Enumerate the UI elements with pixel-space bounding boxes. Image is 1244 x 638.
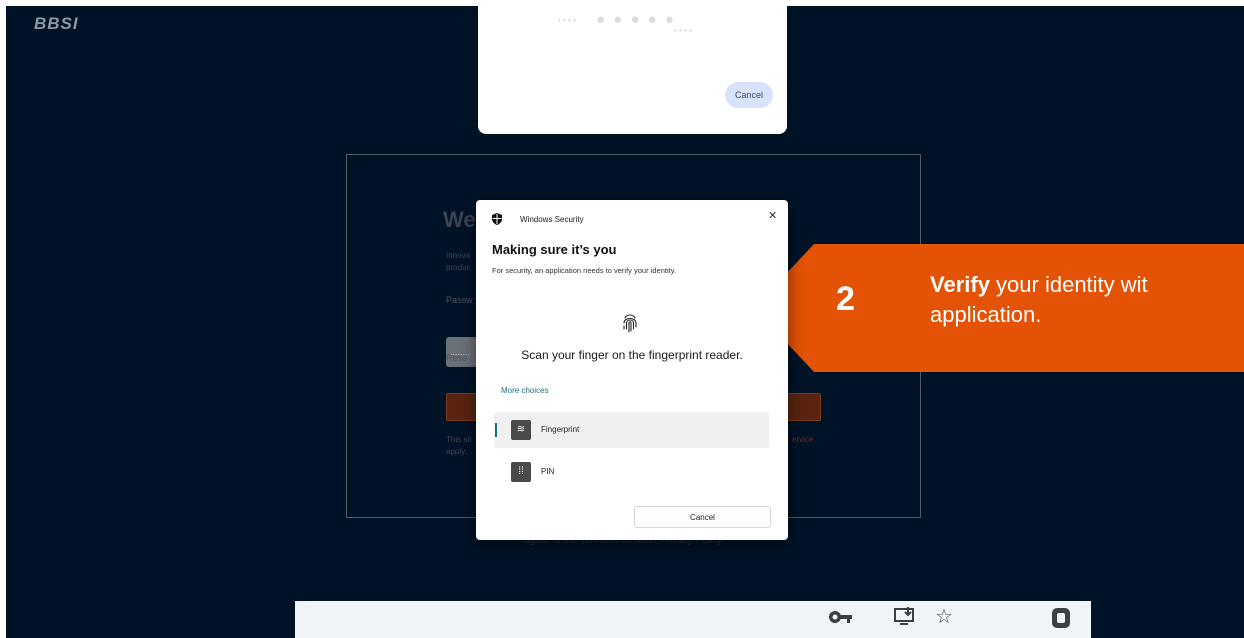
bookmark-star-icon[interactable]: ☆ [935,604,953,629]
step-text-line2: application. [930,302,1042,327]
selection-indicator [495,423,497,437]
step-text-line1: your identity wit [989,272,1148,297]
password-label: Passw [446,295,473,305]
password-key-icon[interactable] [828,607,854,633]
profile-icon[interactable] [1051,607,1071,635]
terms-link[interactable]: ervice [792,435,813,444]
bbsi-logo: BBSI [34,14,79,33]
step-text: Verify your identity wit application. [930,270,1148,330]
dialog-subtitle: For security, an application needs to ve… [492,266,676,275]
decoration: • • • • [674,26,692,35]
top-cancel-button[interactable]: Cancel [725,82,773,108]
welcome-heading: We [443,207,476,232]
notice-text: This sit [446,435,472,444]
screen: BBSI ● ● ● ● ● • • • • • • • • Cancel We… [6,6,1244,638]
option-label: Fingerprint [541,425,580,434]
option-pin[interactable]: ⁞⁞ PIN [494,454,769,490]
intro-text: Innova [446,251,471,260]
fingerprint-icon [623,314,637,333]
fingerprint-icon: ≋ [511,420,531,440]
install-app-icon[interactable] [894,607,916,633]
step-callout: 2 Verify your identity wit application. [754,244,1244,372]
keypad-icon: ⁞⁞ [511,462,531,482]
loading-dots: ● ● ● ● ● [596,11,676,28]
passkey-prompt-card: ● ● ● ● ● • • • • • • • • Cancel [478,6,787,134]
dialog-title: Making sure it’s you [492,242,617,257]
step-number: 2 [836,280,855,318]
reset-link[interactable]: Rese [446,353,467,363]
windows-security-shield-icon [492,213,502,225]
browser-toolbar: ☆ [295,601,1091,638]
dialog-cancel-button[interactable]: Cancel [634,506,771,528]
option-fingerprint[interactable]: ≋ Fingerprint [494,412,769,448]
notice-text: apply. [446,447,467,456]
decoration: • • • • [558,16,576,25]
option-label: PIN [541,467,555,476]
close-icon[interactable]: ✕ [768,209,777,222]
more-choices-link[interactable]: More choices [501,386,549,395]
intro-text: produc [446,263,471,272]
scan-instruction: Scan your finger on the fingerprint read… [521,348,743,362]
windows-security-dialog: Windows Security ✕ Making sure it’s you … [476,200,788,540]
step-bold-text: Verify [930,272,990,297]
dialog-app-name: Windows Security [520,215,584,224]
